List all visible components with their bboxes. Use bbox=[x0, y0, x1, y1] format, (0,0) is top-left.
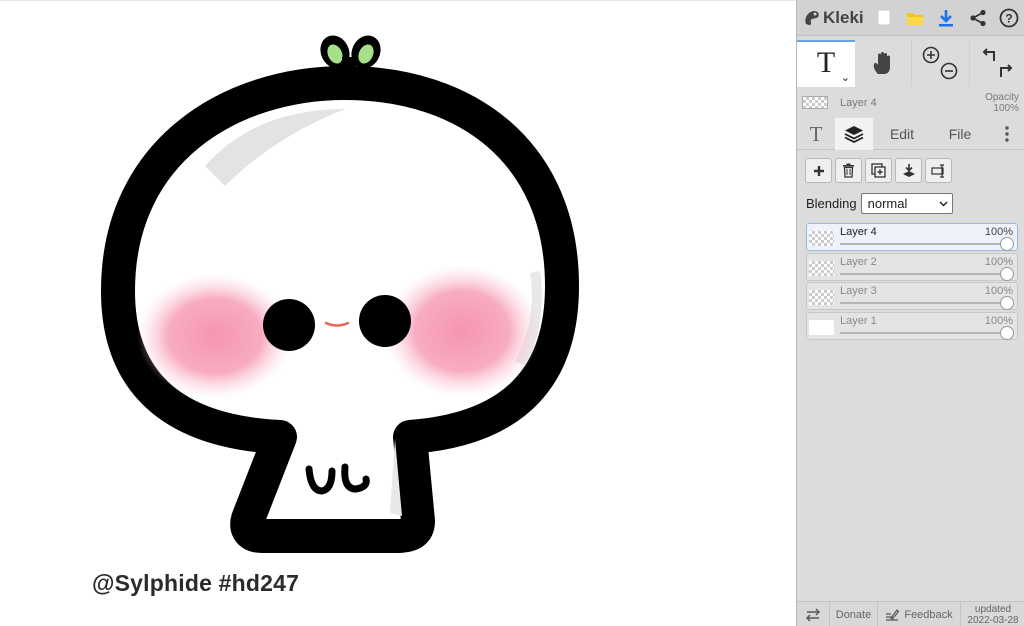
chevron-down-icon bbox=[939, 200, 948, 207]
layer-opacity-handle[interactable] bbox=[1000, 266, 1014, 281]
bottom-bar: Donate Feedback updated 2022-03-28 bbox=[797, 601, 1024, 626]
new-file-icon bbox=[877, 9, 891, 26]
watermark-text: @Sylphide #hd247 bbox=[92, 570, 300, 596]
opacity-value: 100% bbox=[993, 103, 1019, 114]
rename-layer-icon bbox=[930, 163, 944, 178]
layer-list: Layer 4 100% Layer 2 100% Layer 3 100% L… bbox=[806, 223, 1018, 341]
layer-thumbnail bbox=[809, 319, 834, 335]
layer-row[interactable]: Layer 1 100% bbox=[806, 311, 1018, 340]
layer-opacity-handle[interactable] bbox=[1000, 325, 1014, 340]
hand-tool-icon bbox=[873, 51, 890, 74]
chevron-down-icon[interactable]: ⌄ bbox=[841, 71, 850, 84]
add-layer-button[interactable] bbox=[805, 158, 832, 183]
opacity-label: Opacity bbox=[985, 92, 1019, 103]
current-layer-info: Layer 4 Opacity 100% bbox=[797, 90, 1024, 116]
merge-down-button[interactable] bbox=[895, 158, 922, 183]
blending-mode-select[interactable]: normal bbox=[860, 193, 953, 214]
layer-name: Layer 3 bbox=[840, 285, 877, 297]
zoom-controls bbox=[912, 40, 970, 87]
layer-opacity-handle[interactable] bbox=[1000, 296, 1014, 310]
layer-row[interactable]: Layer 2 100% bbox=[806, 252, 1018, 281]
share-icon bbox=[970, 9, 986, 26]
layer-opacity: 100% bbox=[984, 285, 1013, 297]
layer-name: Layer 4 bbox=[840, 226, 877, 238]
feedback-label: Feedback bbox=[904, 608, 953, 621]
tab-layers[interactable] bbox=[835, 118, 873, 150]
zoom-out-icon[interactable] bbox=[940, 62, 958, 80]
layer-opacity-slider[interactable] bbox=[840, 272, 1007, 275]
layer-opacity-handle[interactable] bbox=[1000, 237, 1014, 251]
left-eye bbox=[263, 299, 315, 351]
undo-icon[interactable] bbox=[980, 47, 998, 63]
donate-link[interactable]: Donate bbox=[830, 602, 878, 626]
hand-tool-button[interactable] bbox=[855, 40, 912, 87]
blending-control: Blending normal bbox=[806, 193, 953, 214]
top-bar: Kleki ? bbox=[797, 0, 1024, 36]
tool-row: T ⌄ bbox=[797, 40, 1024, 87]
layer-row[interactable]: Layer 3 100% bbox=[806, 282, 1018, 310]
more-vertical-icon bbox=[1005, 126, 1009, 142]
help-button[interactable]: ? bbox=[994, 2, 1024, 34]
layer-action-buttons bbox=[805, 158, 952, 183]
download-button[interactable] bbox=[931, 2, 962, 34]
rename-layer-button[interactable] bbox=[925, 158, 952, 183]
updated-label: updated bbox=[974, 603, 1012, 615]
layer-row[interactable]: Layer 4 100% bbox=[806, 223, 1018, 251]
side-panel: Kleki ? T ⌄ Layer 4 Opacity 100% T Edit … bbox=[796, 0, 1024, 626]
kleki-logo-icon bbox=[805, 10, 819, 25]
text-tool-button[interactable]: T ⌄ bbox=[797, 40, 855, 87]
feedback-link[interactable]: Feedback bbox=[878, 602, 961, 626]
layer-name: Layer 2 bbox=[840, 255, 877, 268]
kleki-logo[interactable]: Kleki bbox=[803, 3, 868, 33]
svg-text:?: ? bbox=[1006, 11, 1013, 25]
layer-name: Layer 1 bbox=[840, 314, 877, 327]
text-tool-icon: T bbox=[816, 45, 836, 79]
current-layer-name: Layer 4 bbox=[840, 97, 877, 109]
feedback-pen-icon bbox=[886, 609, 900, 621]
tab-more[interactable] bbox=[989, 118, 1024, 150]
panel-tabs: T Edit File bbox=[797, 118, 1024, 150]
duplicate-layer-button[interactable] bbox=[865, 158, 892, 183]
new-file-button[interactable] bbox=[868, 2, 899, 34]
layer-opacity: 100% bbox=[984, 314, 1013, 327]
layer-opacity: 100% bbox=[984, 255, 1013, 268]
right-eye bbox=[359, 295, 411, 347]
swap-arrows-icon bbox=[806, 608, 820, 621]
layer-opacity-slider[interactable] bbox=[840, 302, 1007, 304]
duplicate-layer-icon bbox=[871, 163, 886, 178]
open-folder-icon bbox=[906, 12, 923, 25]
delete-layer-icon bbox=[843, 163, 854, 178]
updated-date: 2022-03-28 bbox=[967, 614, 1019, 626]
open-button[interactable] bbox=[899, 2, 930, 34]
layers-icon bbox=[844, 126, 864, 143]
share-button[interactable] bbox=[962, 2, 993, 34]
app-name: Kleki bbox=[823, 7, 864, 27]
tab-file[interactable]: File bbox=[931, 118, 989, 150]
layer-thumbnail bbox=[809, 260, 834, 276]
help-icon: ? bbox=[999, 8, 1019, 27]
undo-redo-controls bbox=[970, 40, 1024, 87]
tab-edit[interactable]: Edit bbox=[873, 118, 931, 150]
delete-layer-button[interactable] bbox=[835, 158, 862, 183]
current-layer-opacity: Opacity 100% bbox=[985, 92, 1019, 114]
layer-opacity: 100% bbox=[984, 226, 1013, 238]
blending-label: Blending bbox=[806, 196, 857, 211]
changelog-link[interactable]: updated 2022-03-28 bbox=[961, 602, 1024, 626]
swap-side-button[interactable] bbox=[797, 602, 830, 626]
layer-opacity-slider[interactable] bbox=[840, 243, 1007, 245]
zoom-in-icon[interactable] bbox=[922, 46, 940, 64]
blending-mode-value: normal bbox=[867, 196, 908, 211]
download-icon bbox=[939, 9, 954, 26]
current-layer-thumbnail bbox=[802, 96, 828, 109]
layer-opacity-slider[interactable] bbox=[840, 331, 1007, 334]
layer-thumbnail bbox=[809, 231, 834, 246]
tab-text-settings[interactable]: T bbox=[797, 118, 835, 150]
redo-icon[interactable] bbox=[997, 63, 1015, 79]
canvas-artwork bbox=[101, 35, 579, 553]
drawing-canvas[interactable]: @Sylphide #hd247 bbox=[0, 0, 796, 626]
add-layer-icon bbox=[813, 165, 824, 176]
merge-down-icon bbox=[902, 164, 915, 177]
layer-thumbnail bbox=[809, 290, 834, 305]
